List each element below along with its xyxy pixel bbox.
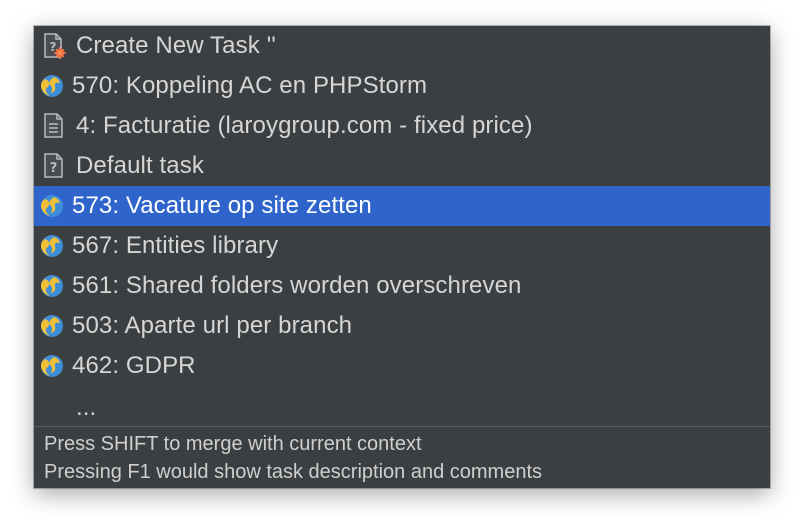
item-label: 570: Koppeling AC en PHPStorm (72, 72, 428, 99)
svg-text:?: ? (50, 40, 57, 54)
create-new-task-item[interactable]: ? Create New Task '' (34, 26, 770, 66)
globe-icon (40, 233, 64, 259)
svg-text:?: ? (50, 161, 58, 176)
item-label: 503: Aparte url per branch (72, 312, 353, 339)
item-label: 4: Facturatie (laroygroup.com - fixed pr… (76, 112, 533, 139)
task-item-561[interactable]: 561: Shared folders worden overschreven (34, 266, 770, 306)
item-label: 561: Shared folders worden overschreven (72, 272, 522, 299)
task-item-4[interactable]: 4: Facturatie (laroygroup.com - fixed pr… (34, 106, 770, 146)
globe-icon (40, 73, 64, 99)
item-label: Default task (76, 152, 204, 179)
item-label: 462: GDPR (72, 352, 196, 379)
more-label: ... (76, 394, 97, 421)
f1-hint: Pressing F1 would show task description … (44, 461, 543, 483)
more-items[interactable]: ... (34, 386, 770, 426)
globe-icon (40, 273, 64, 299)
item-label: 573: Vacature op site zetten (72, 192, 372, 219)
default-task-icon: ? (42, 153, 66, 179)
task-item-503[interactable]: 503: Aparte url per branch (34, 306, 770, 346)
task-list: ? Create New Task '' 570: Koppeling AC e… (34, 26, 770, 426)
task-item-567[interactable]: 567: Entities library (34, 226, 770, 266)
task-item-570[interactable]: 570: Koppeling AC en PHPStorm (34, 66, 770, 106)
hint-footer: Press SHIFT to merge with current contex… (34, 426, 770, 488)
shift-hint: Press SHIFT to merge with current contex… (44, 433, 422, 455)
task-item-573[interactable]: 573: Vacature op site zetten (34, 186, 770, 226)
new-task-icon: ? (42, 33, 66, 59)
globe-icon (40, 193, 64, 219)
globe-icon (40, 313, 64, 339)
task-item-462[interactable]: 462: GDPR (34, 346, 770, 386)
item-label: Create New Task '' (76, 32, 276, 59)
item-label: 567: Entities library (72, 232, 279, 259)
globe-icon (40, 353, 64, 379)
task-switcher-popup: ? Create New Task '' 570: Koppeling AC e… (34, 26, 770, 488)
document-icon (42, 113, 66, 139)
default-task-item[interactable]: ? Default task (34, 146, 770, 186)
